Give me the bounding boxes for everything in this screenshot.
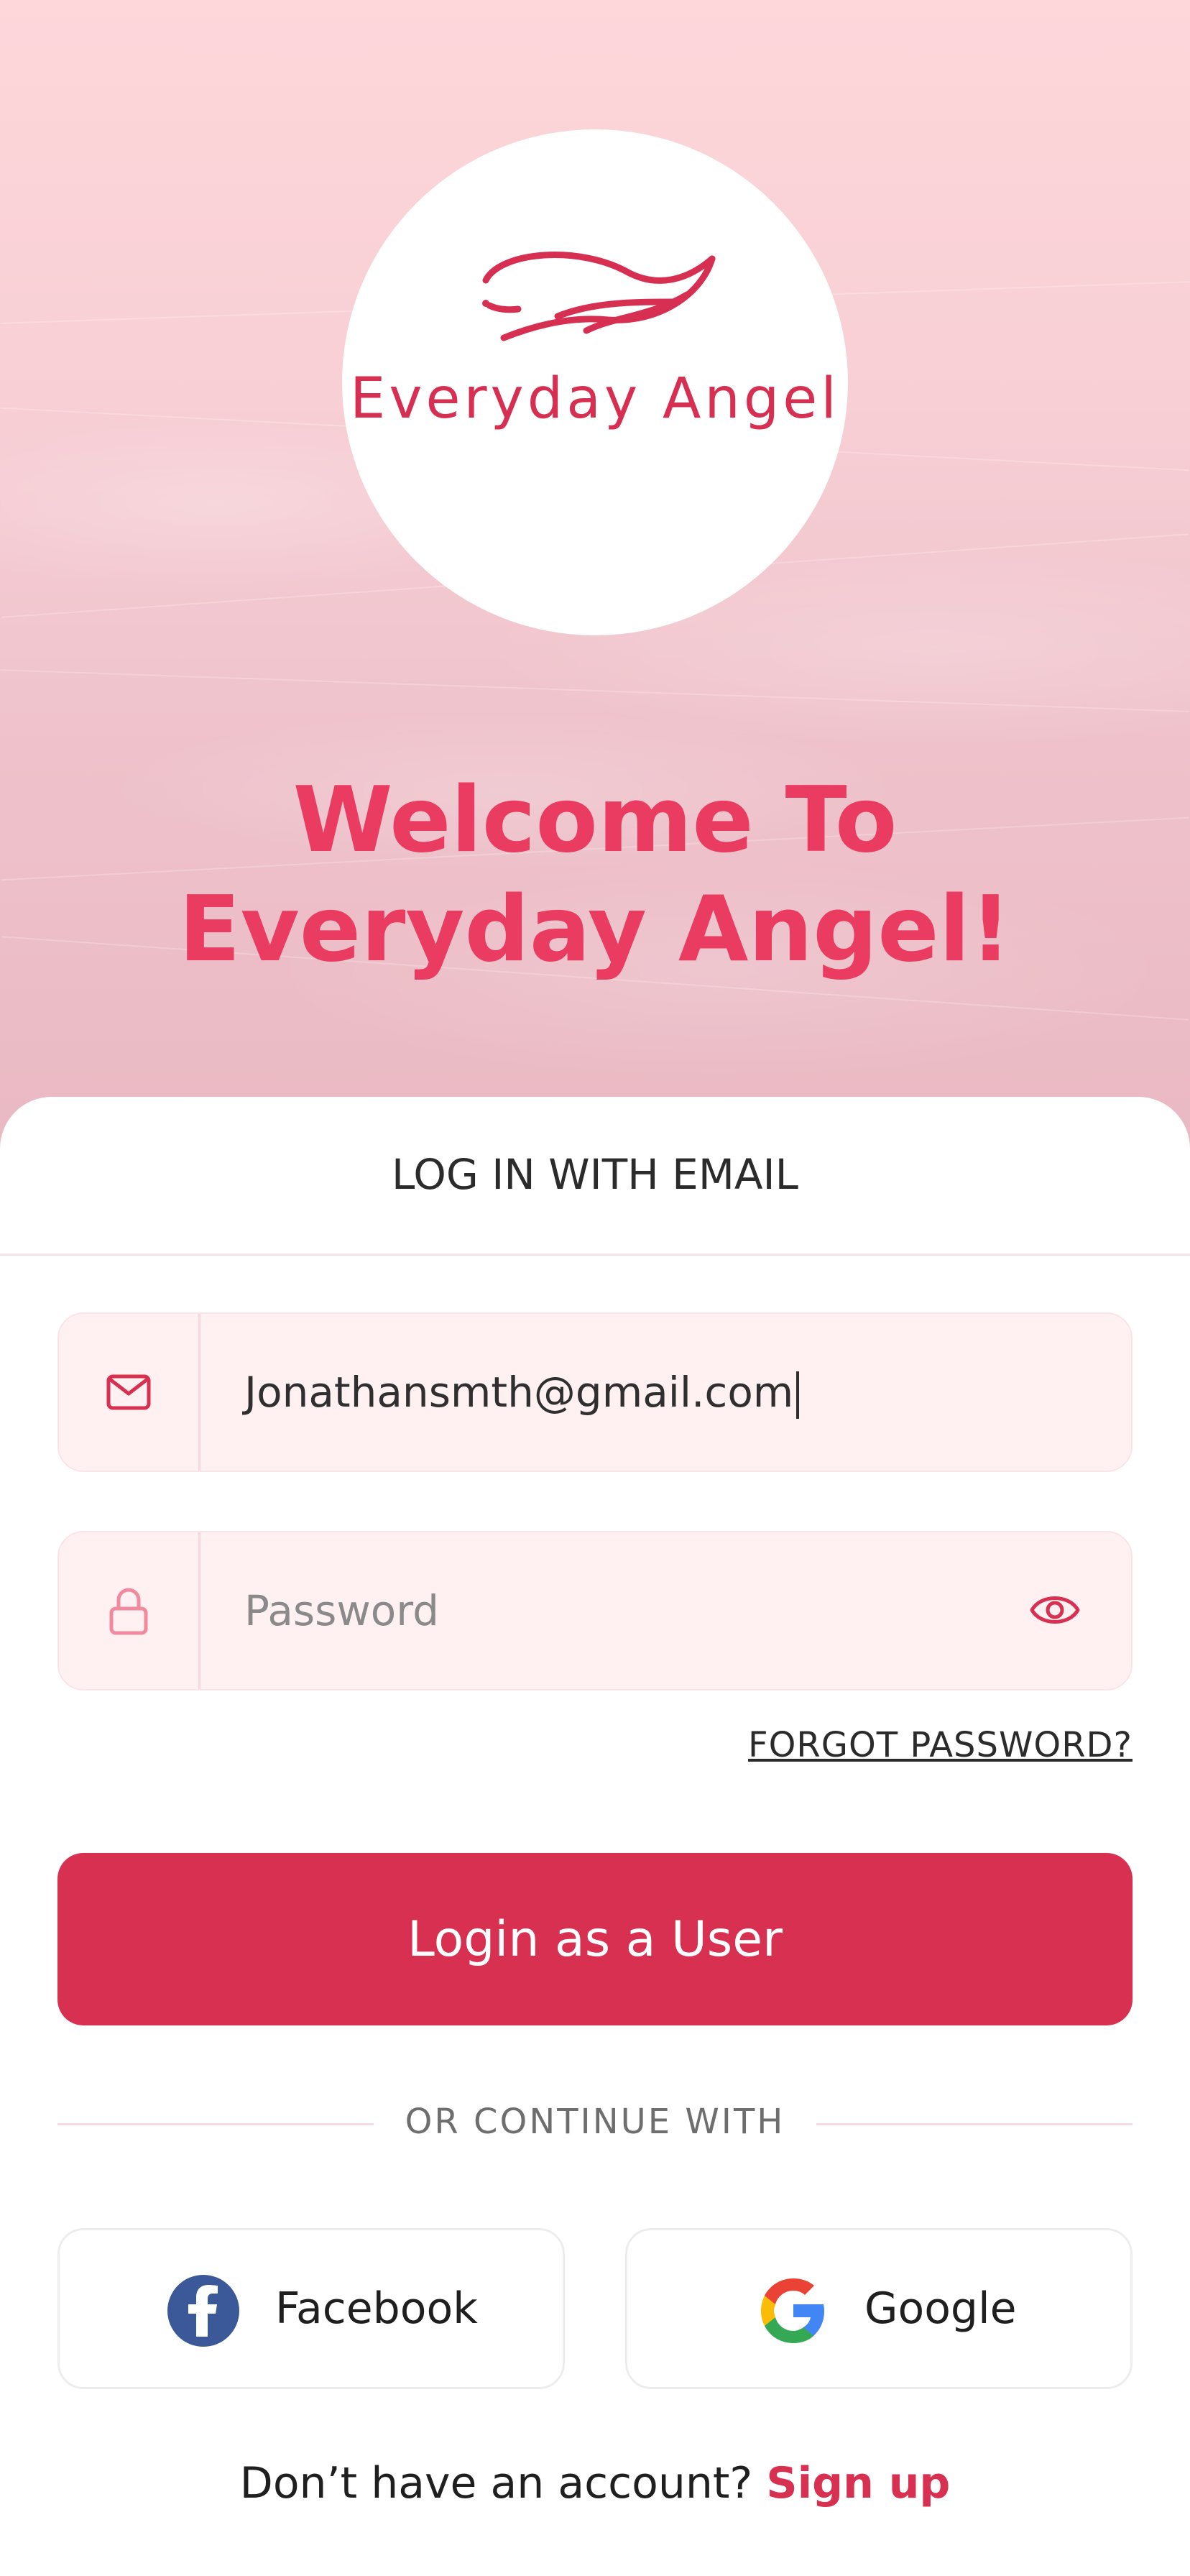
email-icon-cell: [59, 1314, 200, 1471]
password-icon-cell: [59, 1532, 200, 1689]
logo: Everyday Angel: [342, 129, 848, 635]
email-value: Jonathansmth@gmail.com: [244, 1368, 794, 1417]
password-input[interactable]: Password: [244, 1532, 439, 1689]
forgot-password-link[interactable]: FORGOT PASSWORD?: [748, 1725, 1133, 1765]
email-input[interactable]: Jonathansmth@gmail.com: [244, 1314, 800, 1471]
or-text: OR CONTINUE WITH: [405, 2102, 785, 2142]
or-line-right: [816, 2123, 1133, 2125]
lock-icon: [109, 1588, 148, 1635]
mail-icon: [106, 1374, 151, 1410]
signup-prompt: Don’t have an account?: [239, 2458, 753, 2508]
password-field[interactable]: Password: [57, 1531, 1133, 1690]
facebook-button[interactable]: Facebook: [57, 2228, 565, 2389]
text-cursor: [796, 1371, 800, 1419]
facebook-label: Facebook: [275, 2283, 478, 2334]
google-label: Google: [864, 2283, 1017, 2334]
or-divider: OR CONTINUE WITH: [57, 2099, 1133, 2149]
facebook-icon: [167, 2275, 239, 2347]
login-button[interactable]: Login as a User: [57, 1853, 1133, 2025]
welcome-heading: Welcome To Everyday Angel!: [0, 765, 1190, 984]
eye-icon[interactable]: [1028, 1583, 1082, 1637]
logo-text: Everyday Angel: [350, 367, 840, 431]
welcome-line-1: Welcome To: [292, 767, 898, 873]
signup-link[interactable]: Sign up: [766, 2458, 950, 2508]
signup-row: Don’t have an account? Sign up: [0, 2458, 1190, 2508]
google-icon: [761, 2278, 824, 2343]
google-button[interactable]: Google: [625, 2228, 1133, 2389]
wing-icon: [482, 252, 716, 341]
sheet-title: LOG IN WITH EMAIL: [392, 1150, 798, 1199]
hero-background: Everyday Angel Welcome To Everyday Angel…: [0, 0, 1190, 1150]
email-field[interactable]: Jonathansmth@gmail.com: [57, 1312, 1133, 1472]
welcome-line-2: Everyday Angel!: [178, 876, 1012, 982]
divider: [0, 1254, 1190, 1256]
